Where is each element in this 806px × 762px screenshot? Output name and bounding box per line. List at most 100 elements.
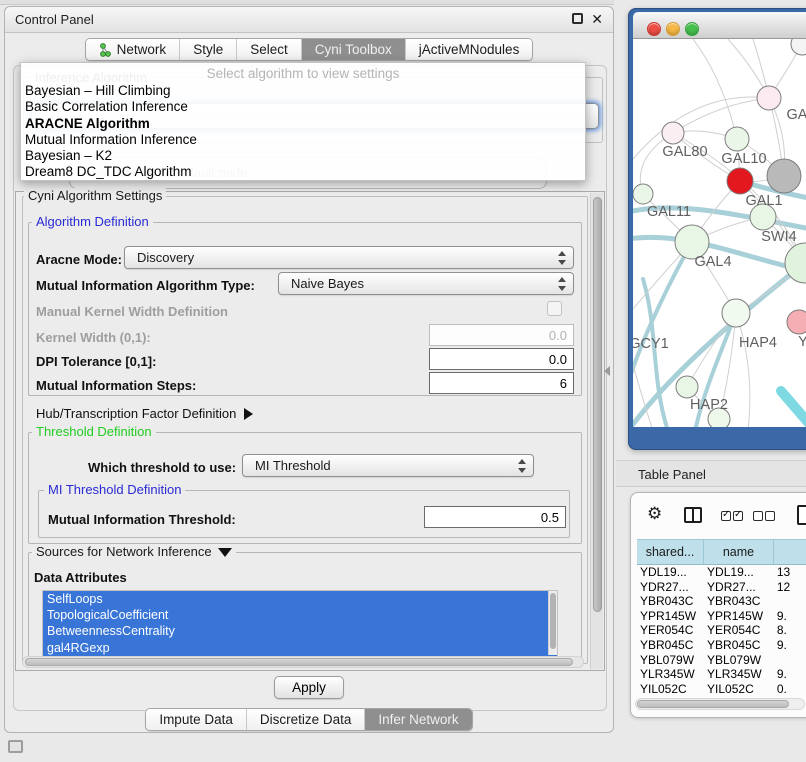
- expanded-arrow-icon: [218, 548, 232, 557]
- network-node-gal1[interactable]: [727, 168, 753, 194]
- tab-group: NetworkStyle Select Cyni ToolboxjActiveMNo…: [85, 38, 534, 61]
- algorithm-dropdown-list: Bayesian – Hill ClimbingBasic Correlatio…: [21, 83, 585, 181]
- network-node-y[interactable]: [787, 310, 806, 334]
- float-window-icon[interactable]: [572, 13, 583, 24]
- column-header-shared[interactable]: shared...: [637, 540, 704, 564]
- node-label-gal7: GAL7: [786, 107, 806, 123]
- table-row[interactable]: YBR045CYBR045C9.: [637, 638, 806, 653]
- aracne-mode-label: Aracne Mode:: [36, 252, 122, 267]
- network-node-hap4[interactable]: [722, 299, 750, 327]
- network-edge[interactable]: [736, 313, 750, 427]
- network-node-gal11[interactable]: [633, 184, 653, 204]
- table-hscroll-thumb[interactable]: [637, 700, 789, 708]
- settings-horizontal-scrollbar[interactable]: [22, 656, 584, 668]
- network-window-titlebar: [633, 12, 806, 39]
- tab-select-label: Select: [250, 42, 288, 57]
- tab-infer-network[interactable]: Infer Network: [365, 709, 471, 730]
- attribute-item-selfloops[interactable]: SelfLoops: [43, 591, 557, 607]
- tab-discretize-data[interactable]: Discretize Data: [247, 709, 366, 730]
- which-threshold-label: Which threshold to use:: [88, 460, 236, 475]
- deselect-all-checkboxes-icon[interactable]: [753, 511, 775, 521]
- attribute-item-gal4rgexp[interactable]: gal4RGexp: [43, 640, 557, 656]
- network-node-gal10[interactable]: [725, 127, 749, 151]
- sources-group-title[interactable]: Sources for Network Inference: [32, 544, 236, 559]
- tab-impute-data-label: Impute Data: [159, 712, 233, 727]
- table-cell: 13: [774, 565, 806, 580]
- table-horizontal-scrollbar[interactable]: [635, 698, 805, 710]
- table-row[interactable]: YDL19...YDL19...13: [637, 565, 806, 580]
- manual-kernel-checkbox[interactable]: [547, 301, 562, 316]
- node-label-gcy1: GCY1: [633, 336, 669, 352]
- network-edge[interactable]: [633, 242, 692, 384]
- dpi-tolerance-field[interactable]: [429, 348, 574, 370]
- algorithm-option-dream8-dc-tdc-algorithm[interactable]: Dream8 DC_TDC Algorithm: [21, 164, 585, 180]
- tab-cyni-toolbox[interactable]: Cyni Toolbox: [302, 39, 406, 60]
- table-cell: YIL052C: [637, 682, 704, 697]
- list-scrollbar-thumb[interactable]: [550, 593, 556, 649]
- network-view-window[interactable]: GAL80GAL10GAL7GAL1GAL11SWI4GAL4GCY1HAP4Y…: [628, 8, 806, 450]
- algorithm-option-aracne-algorithm[interactable]: ARACNE Algorithm: [21, 116, 585, 132]
- table-row[interactable]: YER054CYER054C8.: [637, 623, 806, 638]
- zoom-traffic-light-icon[interactable]: [685, 22, 699, 36]
- settings-vertical-scrollbar[interactable]: [590, 193, 603, 669]
- tab-impute-data[interactable]: Impute Data: [146, 709, 247, 730]
- network-edge[interactable]: [781, 391, 806, 427]
- hub-definition-toggle[interactable]: Hub/Transcription Factor Definition: [36, 406, 253, 421]
- tab-infer-network-label: Infer Network: [378, 712, 458, 727]
- mi-threshold-field[interactable]: [424, 506, 566, 528]
- algorithm-option-bayesian-hill-climbing[interactable]: Bayesian – Hill Climbing: [21, 83, 585, 99]
- network-edge[interactable]: [693, 39, 737, 139]
- table-row[interactable]: YBR043CYBR043C: [637, 594, 806, 609]
- apply-button[interactable]: Apply: [274, 676, 344, 699]
- select-all-checkboxes-icon[interactable]: [721, 511, 743, 521]
- tab-network[interactable]: Network: [86, 39, 181, 60]
- aracne-mode-combobox[interactable]: Discovery: [124, 246, 574, 269]
- table-cell: YER054C: [704, 623, 774, 638]
- attribute-item-topologicalcoefficient[interactable]: TopologicalCoefficient: [43, 607, 557, 623]
- which-threshold-combobox[interactable]: MI Threshold: [242, 454, 534, 477]
- mi-type-combobox[interactable]: Naive Bayes: [278, 272, 574, 295]
- network-node[interactable]: [757, 86, 781, 110]
- node-label-gal80: GAL80: [662, 144, 707, 160]
- network-canvas[interactable]: GAL80GAL10GAL7GAL1GAL11SWI4GAL4GCY1HAP4Y…: [633, 39, 806, 427]
- mi-steps-field[interactable]: [429, 372, 574, 394]
- algorithm-option-bayesian-k2[interactable]: Bayesian – K2: [21, 148, 585, 164]
- table-row[interactable]: YPR145WYPR145W9.: [637, 609, 806, 624]
- tab-style[interactable]: Style: [180, 39, 237, 60]
- kernel-width-field[interactable]: [429, 324, 574, 346]
- algorithm-dropdown-popup: Select algorithm to view settings Bayesi…: [20, 62, 586, 181]
- network-node-gal7[interactable]: [767, 159, 801, 193]
- list-vertical-scrollbar[interactable]: [548, 591, 557, 655]
- collapsed-arrow-icon: [244, 408, 253, 420]
- network-node-gal80[interactable]: [662, 122, 684, 144]
- network-node[interactable]: [791, 39, 806, 55]
- split-panel-icon[interactable]: [684, 507, 702, 523]
- network-edge[interactable]: [673, 98, 769, 133]
- gear-icon[interactable]: ⚙: [647, 504, 662, 524]
- attribute-item-betweennesscentrality[interactable]: BetweennessCentrality: [43, 623, 557, 639]
- table-row[interactable]: YDR27...YDR27...12: [637, 580, 806, 595]
- aracne-mode-value: Discovery: [137, 250, 194, 265]
- minimize-traffic-light-icon[interactable]: [666, 22, 680, 36]
- settings-hscroll-thumb[interactable]: [25, 658, 573, 666]
- algorithm-option-mutual-information-inference[interactable]: Mutual Information Inference: [21, 132, 585, 148]
- network-node-hap2[interactable]: [676, 376, 698, 398]
- column-header-2[interactable]: [774, 540, 806, 564]
- table-row[interactable]: YBL079WYBL079W: [637, 653, 806, 668]
- bottom-tab-group: Impute Data Discretize Data Infer Network: [145, 708, 472, 731]
- column-header-name[interactable]: name: [704, 540, 774, 564]
- tab-select[interactable]: Select: [237, 39, 302, 60]
- close-traffic-light-icon[interactable]: [647, 22, 661, 36]
- mi-threshold-label: Mutual Information Threshold:: [48, 512, 236, 527]
- panel-divider-collapse-icon[interactable]: [604, 366, 610, 376]
- algorithm-option-basic-correlation-inference[interactable]: Basic Correlation Inference: [21, 99, 585, 115]
- spinner-arrows-icon: [518, 459, 526, 473]
- document-icon[interactable]: [797, 505, 806, 525]
- minimized-panel-icon[interactable]: [8, 740, 23, 753]
- table-row[interactable]: YLR345WYLR345W9.: [637, 667, 806, 682]
- tab-jactivemnodules[interactable]: jActiveMNodules: [406, 39, 533, 60]
- settings-vscroll-thumb[interactable]: [593, 197, 602, 612]
- close-icon[interactable]: ✕: [591, 11, 603, 28]
- tab-discretize-data-label: Discretize Data: [260, 712, 352, 727]
- table-row[interactable]: YIL052CYIL052C0.: [637, 682, 806, 697]
